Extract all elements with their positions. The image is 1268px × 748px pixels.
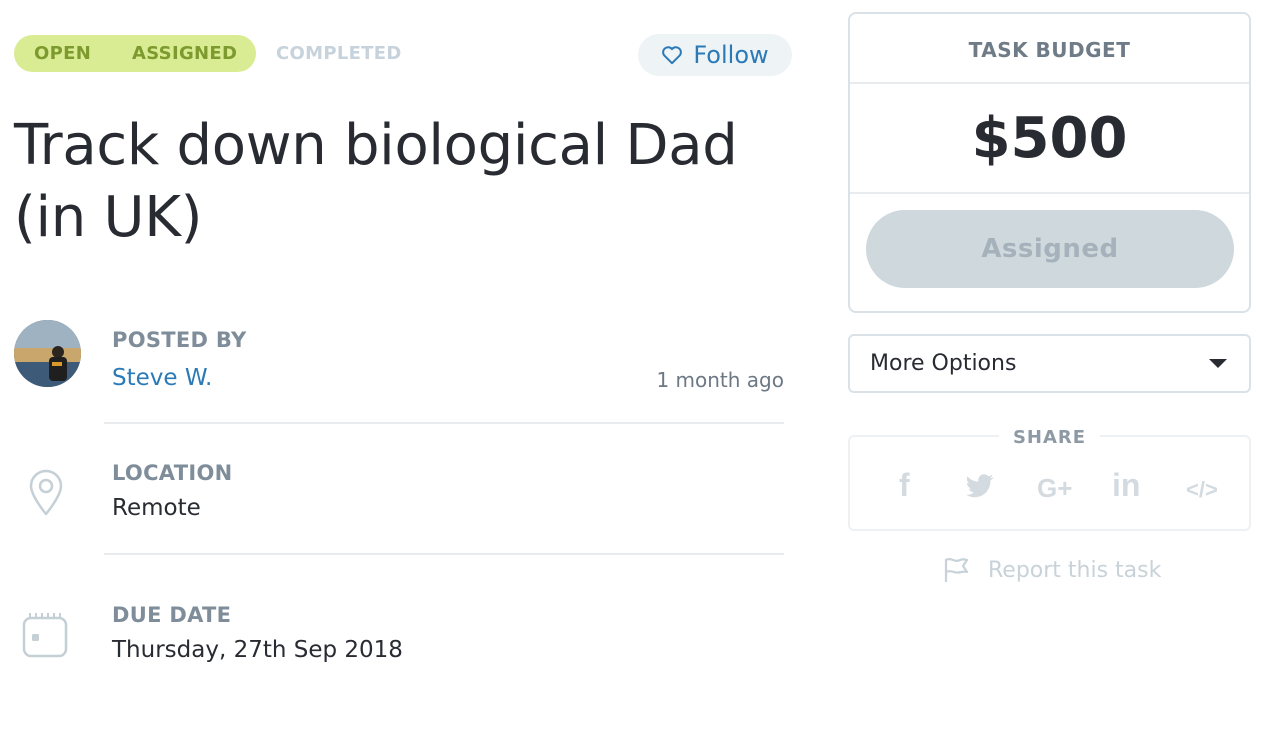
share-heading: SHARE — [998, 427, 1101, 448]
twitter-icon[interactable] — [966, 473, 996, 499]
task-budget-heading: TASK BUDGET — [968, 38, 1131, 62]
report-task-label: Report this task — [988, 557, 1162, 583]
avatar-photo — [14, 320, 81, 387]
status-assigned: ASSIGNED — [132, 43, 238, 64]
caret-down-icon — [1209, 359, 1227, 368]
location-label: LOCATION — [112, 461, 233, 485]
flag-icon — [944, 558, 969, 582]
task-title: Track down biological Dad (in UK) — [14, 110, 804, 254]
task-title-line2: (in UK) — [14, 185, 203, 250]
follow-label: Follow — [693, 41, 769, 69]
calendar-icon — [22, 613, 68, 658]
heart-outline-icon — [662, 46, 683, 65]
facebook-icon[interactable]: f — [899, 467, 910, 504]
google-plus-icon[interactable]: G+ — [1037, 473, 1072, 504]
poster-name-link[interactable]: Steve W. — [112, 365, 212, 391]
task-title-line1: Track down biological Dad — [14, 113, 738, 178]
due-date-label: DUE DATE — [112, 603, 232, 627]
status-completed: COMPLETED — [276, 43, 402, 64]
embed-code-icon[interactable]: </> — [1186, 477, 1218, 503]
divider — [850, 82, 1249, 84]
share-panel: SHARE f G+ in </> — [848, 427, 1251, 531]
follow-button[interactable]: Follow — [638, 34, 792, 76]
task-budget-panel: TASK BUDGET $500 Assigned — [848, 12, 1251, 313]
posted-time: 1 month ago — [656, 368, 784, 392]
task-budget-amount: $500 — [971, 106, 1128, 171]
linkedin-icon[interactable]: in — [1112, 467, 1140, 504]
status-open: OPEN — [34, 43, 92, 64]
divider — [104, 553, 784, 555]
posted-by-label: POSTED BY — [112, 328, 247, 352]
assigned-button[interactable]: Assigned — [866, 210, 1234, 288]
more-options-label: More Options — [870, 351, 1017, 376]
due-date-value: Thursday, 27th Sep 2018 — [112, 637, 403, 663]
location-pin-icon — [29, 469, 63, 516]
task-page: OPEN ASSIGNED COMPLETED Follow Track dow… — [0, 0, 1268, 748]
location-value: Remote — [112, 495, 201, 521]
divider — [104, 422, 784, 424]
report-task-link[interactable]: Report this task — [942, 556, 1161, 584]
divider — [850, 192, 1249, 194]
more-options-dropdown[interactable]: More Options — [848, 334, 1251, 393]
avatar[interactable] — [14, 320, 81, 387]
